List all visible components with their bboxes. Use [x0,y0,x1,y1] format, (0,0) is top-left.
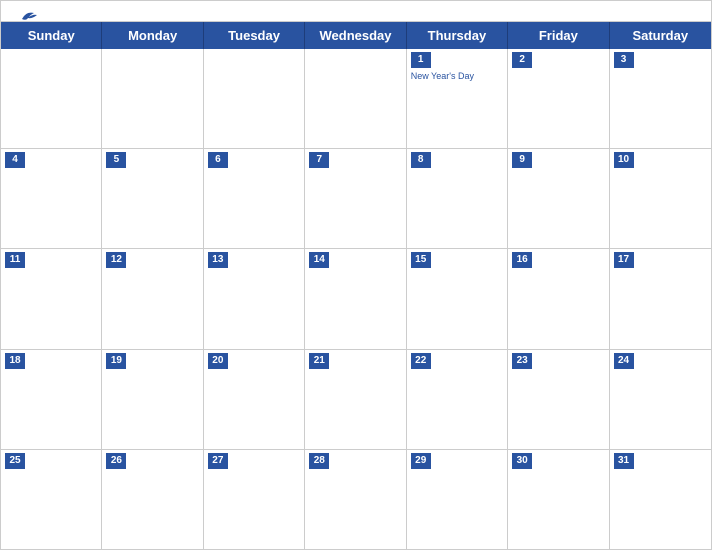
calendar-container: SundayMondayTuesdayWednesdayThursdayFrid… [0,0,712,550]
day-cell: 4 [1,149,102,248]
day-header-sunday: Sunday [1,22,102,49]
calendar-grid: SundayMondayTuesdayWednesdayThursdayFrid… [1,21,711,549]
day-number: 25 [5,453,25,469]
day-cell [305,49,406,148]
day-cell: 17 [610,249,711,348]
day-cell: 22 [407,350,508,449]
day-number: 17 [614,252,634,268]
day-number: 5 [106,152,126,168]
day-number: 23 [512,353,532,369]
day-number: 29 [411,453,431,469]
day-cell: 15 [407,249,508,348]
day-header-tuesday: Tuesday [204,22,305,49]
day-number: 8 [411,152,431,168]
day-header-wednesday: Wednesday [305,22,406,49]
day-header-monday: Monday [102,22,203,49]
week-row-5: 25 26 27 28 29 30 31 [1,450,711,549]
day-cell: 21 [305,350,406,449]
day-cell: 23 [508,350,609,449]
day-number: 28 [309,453,329,469]
weeks-container: 1New Year's Day2345678910111213141516171… [1,49,711,549]
day-cell: 24 [610,350,711,449]
day-cell: 6 [204,149,305,248]
day-number: 18 [5,353,25,369]
day-number: 27 [208,453,228,469]
day-number: 12 [106,252,126,268]
day-cell: 2 [508,49,609,148]
day-number: 11 [5,252,25,268]
day-number: 6 [208,152,228,168]
day-number: 14 [309,252,329,268]
day-number: 13 [208,252,228,268]
day-cell: 3 [610,49,711,148]
day-number: 3 [614,52,634,68]
day-number: 10 [614,152,634,168]
logo-blue-text [17,9,38,23]
day-number: 31 [614,453,634,469]
day-cell [1,49,102,148]
day-cell: 11 [1,249,102,348]
week-row-4: 18 19 20 21 22 23 24 [1,350,711,450]
day-cell: 28 [305,450,406,549]
day-header-friday: Friday [508,22,609,49]
day-number: 22 [411,353,431,369]
day-cell: 19 [102,350,203,449]
day-number: 15 [411,252,431,268]
day-cell: 5 [102,149,203,248]
day-header-thursday: Thursday [407,22,508,49]
day-number: 26 [106,453,126,469]
day-header-saturday: Saturday [610,22,711,49]
logo [17,9,38,23]
week-row-2: 4 5 6 7 8 9 10 [1,149,711,249]
logo-bird-icon [20,9,38,23]
day-cell: 30 [508,450,609,549]
day-cell: 26 [102,450,203,549]
day-number: 21 [309,353,329,369]
day-number: 4 [5,152,25,168]
day-cell [204,49,305,148]
day-number: 19 [106,353,126,369]
day-cell [102,49,203,148]
day-number: 7 [309,152,329,168]
day-cell: 16 [508,249,609,348]
day-cell: 14 [305,249,406,348]
holiday-label: New Year's Day [411,71,503,82]
day-cell: 10 [610,149,711,248]
day-cell: 12 [102,249,203,348]
day-cell: 29 [407,450,508,549]
day-cell: 13 [204,249,305,348]
day-number: 20 [208,353,228,369]
day-number: 16 [512,252,532,268]
day-cell: 1 New Year's Day [407,49,508,148]
day-headers-row: SundayMondayTuesdayWednesdayThursdayFrid… [1,22,711,49]
day-number: 24 [614,353,634,369]
calendar-header [1,1,711,21]
day-cell: 8 [407,149,508,248]
day-number: 2 [512,52,532,68]
day-number: 1 [411,52,431,68]
week-row-3: 11 12 13 14 15 16 17 [1,249,711,349]
day-cell: 31 [610,450,711,549]
day-cell: 9 [508,149,609,248]
day-cell: 27 [204,450,305,549]
day-cell: 20 [204,350,305,449]
day-number: 30 [512,453,532,469]
day-cell: 7 [305,149,406,248]
day-cell: 25 [1,450,102,549]
day-number: 9 [512,152,532,168]
day-cell: 18 [1,350,102,449]
week-row-1: 1 New Year's Day 2 3 [1,49,711,149]
